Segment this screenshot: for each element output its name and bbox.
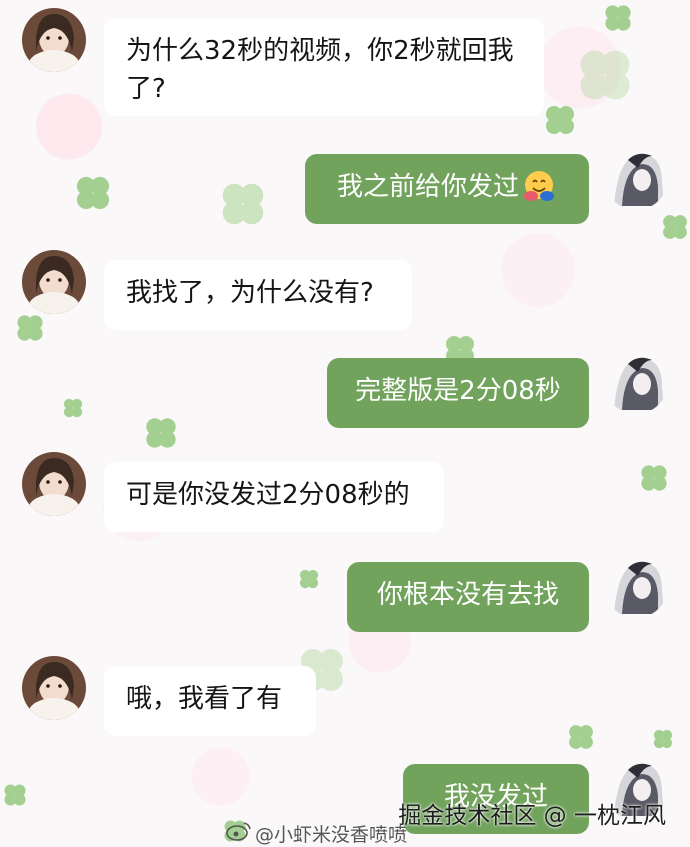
message-row-incoming: 哦，我看了有 (0, 656, 690, 746)
message-row-outgoing: 我之前给你发过 (0, 146, 690, 236)
message-text: 我找了，为什么没有? (126, 278, 374, 308)
message-text: 了? (126, 74, 166, 104)
message-row-outgoing: 你根本没有去找 (0, 554, 690, 644)
outgoing-bubble[interactable]: 完整版是2分08秒 (327, 358, 589, 428)
message-text: 我之前给你发过 (336, 172, 519, 202)
hugging-emoji-icon (521, 168, 557, 204)
message-row-outgoing: 完整版是2分08秒 (0, 350, 690, 440)
contact-avatar[interactable] (22, 8, 86, 72)
user-avatar[interactable] (604, 350, 668, 414)
message-row-incoming: 可是你没发过2分08秒的 (0, 452, 690, 542)
user-avatar[interactable] (604, 146, 668, 210)
incoming-bubble[interactable]: 哦，我看了有 (104, 666, 316, 736)
contact-avatar[interactable] (22, 452, 86, 516)
message-row-incoming: 为什么32秒的视频，你2秒就回我 了? (0, 8, 690, 118)
watermark-site-text: 掘金技术社区 @ 一枕江风 (398, 803, 666, 829)
incoming-bubble[interactable]: 可是你没发过2分08秒的 (104, 462, 444, 532)
incoming-bubble[interactable]: 为什么32秒的视频，你2秒就回我 了? (104, 18, 544, 116)
message-text: 可是你没发过2分08秒的 (126, 480, 410, 510)
message-text: 哦，我看了有 (126, 684, 283, 714)
message-row-incoming: 我找了，为什么没有? (0, 250, 690, 340)
watermark: 掘金技术社区 @ 一枕江风 @小虾米没香喷喷 (0, 792, 690, 846)
message-text: 为什么32秒的视频，你2秒就回我 (126, 36, 514, 66)
outgoing-bubble[interactable]: 我之前给你发过 (305, 154, 589, 224)
message-text: 完整版是2分08秒 (355, 376, 561, 406)
message-text: 你根本没有去找 (376, 580, 559, 610)
outgoing-bubble[interactable]: 你根本没有去找 (347, 562, 589, 632)
user-avatar[interactable] (604, 554, 668, 618)
watermark-user-text: @小虾米没香喷喷 (255, 824, 408, 846)
incoming-bubble[interactable]: 我找了，为什么没有? (104, 260, 412, 330)
contact-avatar[interactable] (22, 656, 86, 720)
contact-avatar[interactable] (22, 250, 86, 314)
weibo-icon (225, 820, 253, 842)
